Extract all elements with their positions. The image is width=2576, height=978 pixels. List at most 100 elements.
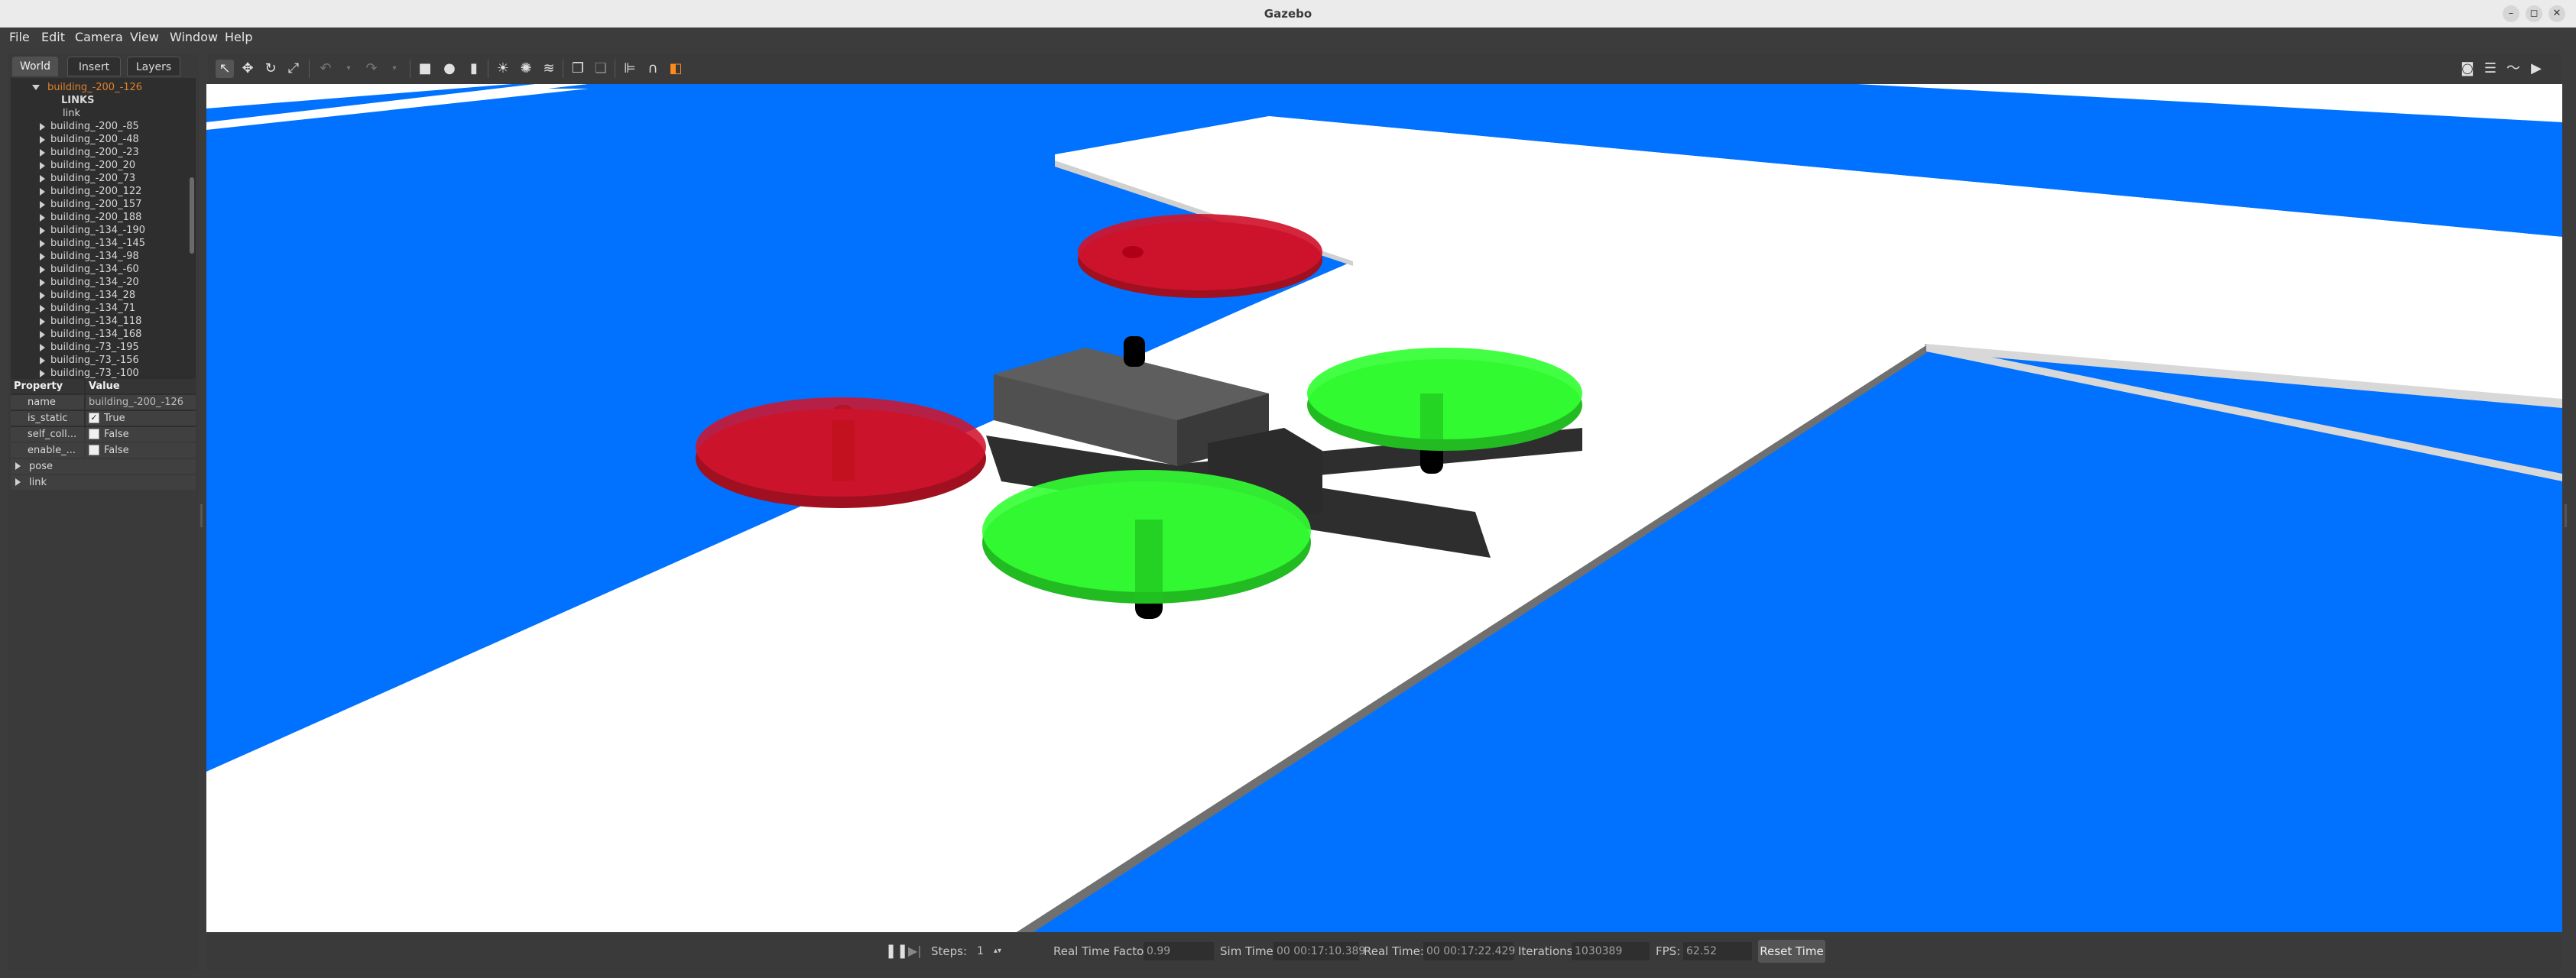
tree-item[interactable]: building_-200_20 (11, 159, 196, 172)
undo-dropdown-icon[interactable]: ▾ (339, 60, 358, 78)
redo-icon[interactable]: ↷ (362, 60, 381, 78)
tree-item[interactable]: building_-134_-145 (11, 237, 196, 250)
menu-edit[interactable]: Edit (41, 28, 65, 47)
tree-item[interactable]: building_-134_118 (11, 315, 196, 328)
menu-view[interactable]: View (130, 28, 159, 47)
steps-spin-icon[interactable]: ▴▾ (994, 932, 1001, 970)
chevron-right-icon[interactable] (40, 240, 45, 248)
chevron-right-icon[interactable] (40, 331, 45, 338)
sphere-icon[interactable]: ● (440, 60, 459, 78)
spot-light-icon[interactable]: ✺ (517, 60, 535, 78)
tree-item[interactable]: building_-134_28 (11, 289, 196, 302)
property-group-link[interactable]: link (11, 475, 196, 490)
tree-item[interactable]: building_-200_73 (11, 172, 196, 185)
chevron-down-icon[interactable] (32, 85, 40, 90)
iterations-value: 1030389 (1572, 942, 1650, 960)
chevron-right-icon[interactable] (40, 318, 45, 325)
menu-window[interactable]: Window (170, 28, 218, 47)
tree-item[interactable]: building_-200_188 (11, 211, 196, 224)
tree-item[interactable]: building_-200_122 (11, 185, 196, 198)
menu-file[interactable]: File (9, 28, 30, 47)
tree-row-selected[interactable]: building_-200_-126 (11, 81, 196, 94)
snap-icon[interactable]: ∩ (644, 60, 662, 78)
tree-item[interactable]: building_-200_-23 (11, 146, 196, 159)
tree-item[interactable]: building_-73_-100 (11, 367, 196, 380)
chevron-right-icon[interactable] (40, 149, 45, 157)
chevron-right-icon[interactable] (40, 266, 45, 274)
tab-insert[interactable]: Insert (67, 57, 121, 76)
chevron-right-icon[interactable] (40, 292, 45, 300)
scene-viewport[interactable] (206, 84, 2562, 932)
undo-icon[interactable]: ↶ (316, 60, 335, 78)
chevron-right-icon[interactable] (40, 344, 45, 351)
copy-icon[interactable]: ❐ (569, 60, 587, 78)
menu-help[interactable]: Help (225, 28, 252, 47)
paste-icon[interactable]: ❏ (592, 60, 610, 78)
tree-item[interactable]: building_-200_-48 (11, 133, 196, 146)
chevron-right-icon[interactable] (40, 162, 45, 170)
chevron-right-icon[interactable] (15, 478, 21, 486)
pause-icon[interactable]: ❚❚ (885, 932, 908, 970)
chevron-right-icon[interactable] (40, 175, 45, 183)
align-icon[interactable]: ⊫ (621, 60, 639, 78)
view-angle-icon[interactable]: ◧ (667, 60, 685, 78)
tab-world[interactable]: World (12, 57, 58, 76)
chevron-right-icon[interactable] (40, 227, 45, 235)
plot-icon[interactable]: 〜 (2504, 60, 2522, 78)
tree-item[interactable]: building_-134_71 (11, 302, 196, 315)
tree-scrollbar[interactable] (190, 177, 194, 254)
chevron-right-icon[interactable] (40, 123, 45, 131)
checkbox-unchecked[interactable] (89, 444, 99, 455)
tree-item[interactable]: building_-200_157 (11, 198, 196, 211)
chevron-right-icon[interactable] (15, 462, 21, 470)
tree-item[interactable]: building_-73_-195 (11, 341, 196, 354)
tree-item[interactable]: building_-134_-98 (11, 250, 196, 263)
cylinder-icon[interactable]: ▮ (465, 60, 483, 78)
chevron-right-icon[interactable] (40, 305, 45, 313)
world-tree[interactable]: building_-200_-126 LINKS link building_-… (11, 78, 196, 428)
property-header: Property Value (11, 379, 196, 393)
panel-splitter[interactable] (200, 504, 203, 527)
point-light-icon[interactable]: ☀ (494, 60, 512, 78)
tree-item[interactable]: building_-134_168 (11, 328, 196, 341)
select-icon[interactable]: ↖ (216, 60, 234, 78)
tree-link-item[interactable]: link (11, 107, 196, 120)
chevron-right-icon[interactable] (40, 136, 45, 144)
right-splitter[interactable] (2565, 504, 2567, 527)
chevron-right-icon[interactable] (40, 188, 45, 196)
property-name: enable_... (11, 443, 84, 458)
tree-item[interactable]: building_-134_-190 (11, 224, 196, 237)
tab-layers[interactable]: Layers (127, 57, 180, 76)
menu-camera[interactable]: Camera (75, 28, 123, 47)
maximize-icon[interactable]: ◻ (2526, 5, 2542, 22)
directional-light-icon[interactable]: ≋ (540, 60, 558, 78)
translate-icon[interactable]: ✥ (238, 60, 257, 78)
log-icon[interactable]: ☰ (2481, 60, 2500, 78)
checkbox-checked[interactable]: ✓ (89, 412, 99, 423)
screenshot-icon[interactable]: ◙ (2458, 60, 2477, 78)
checkbox-unchecked[interactable] (89, 428, 99, 439)
group-label: link (11, 475, 196, 490)
scale-icon[interactable]: ⤢ (284, 60, 303, 78)
chevron-right-icon[interactable] (40, 279, 45, 287)
tree-item[interactable]: building_-134_-60 (11, 263, 196, 276)
links-label: LINKS (61, 95, 95, 106)
chevron-right-icon[interactable] (40, 253, 45, 261)
tree-item[interactable]: building_-73_-156 (11, 354, 196, 367)
minimize-icon[interactable]: – (2503, 5, 2519, 22)
property-group-pose[interactable]: pose (11, 459, 196, 474)
chevron-right-icon[interactable] (40, 201, 45, 209)
reset-time-button[interactable]: Reset Time (1758, 940, 1825, 963)
rotate-icon[interactable]: ↻ (261, 60, 280, 78)
property-value[interactable]: building_-200_-126 (86, 395, 196, 410)
record-icon[interactable]: ▶ (2527, 60, 2545, 78)
chevron-right-icon[interactable] (40, 214, 45, 222)
step-icon[interactable]: ▶| (908, 932, 922, 970)
redo-dropdown-icon[interactable]: ▾ (385, 60, 404, 78)
chevron-right-icon[interactable] (40, 370, 45, 377)
close-icon[interactable]: ✕ (2548, 5, 2565, 22)
chevron-right-icon[interactable] (40, 357, 45, 364)
tree-item[interactable]: building_-200_-85 (11, 120, 196, 133)
tree-item[interactable]: building_-134_-20 (11, 276, 196, 289)
box-icon[interactable]: ■ (416, 60, 434, 78)
